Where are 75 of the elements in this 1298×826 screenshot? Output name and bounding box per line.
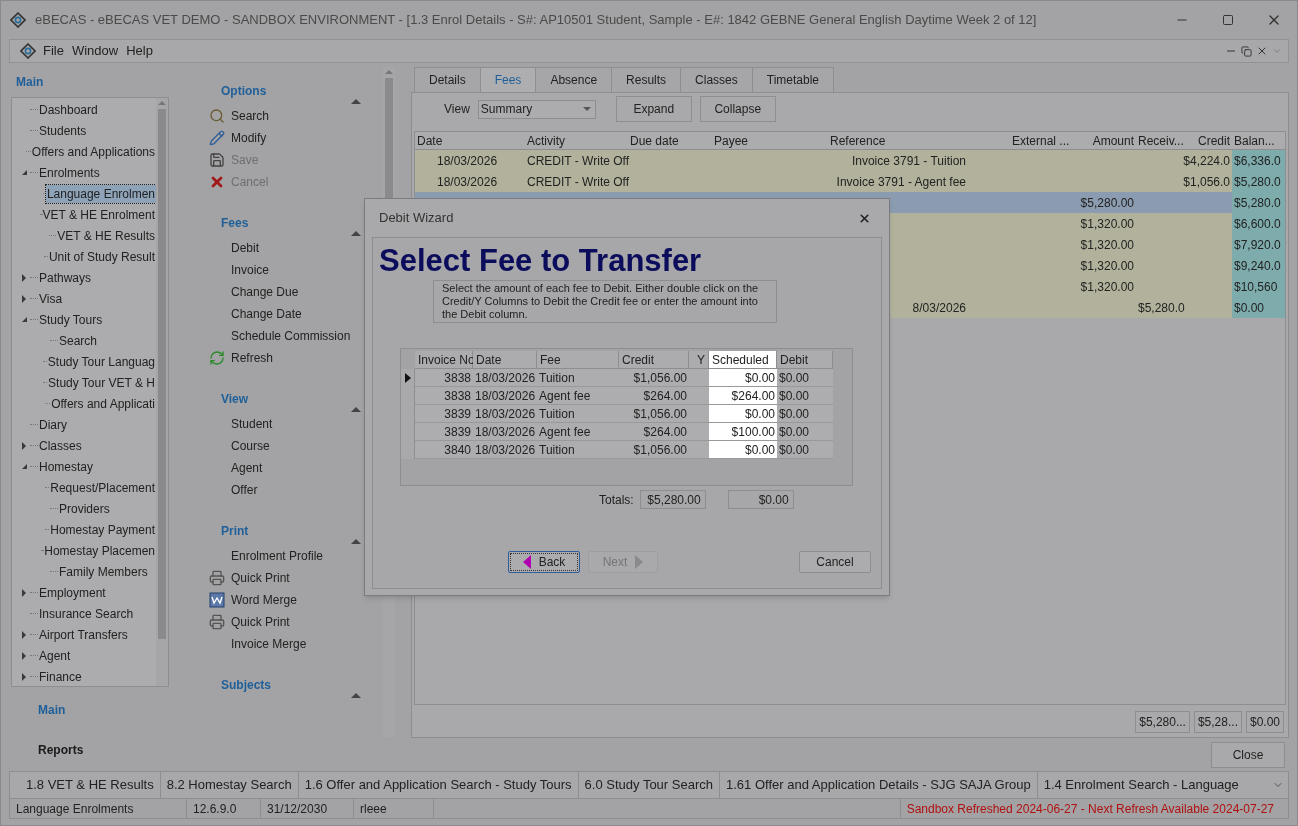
table-cell: $1,056.00: [619, 441, 689, 459]
table-cell: 3839: [415, 405, 473, 423]
status-field: 31/12/2030: [261, 799, 354, 818]
table-cell-text: Invoice 3791 - Tuition: [850, 152, 966, 170]
section-header: Options: [221, 83, 267, 100]
table-cell: 18/03/2026: [473, 423, 537, 441]
table-cell: $0.00: [777, 369, 833, 387]
table-cell-text: $0.00: [1234, 299, 1265, 317]
section-header: Print: [221, 523, 249, 540]
status-field: 12.6.9.0: [187, 799, 261, 818]
table-cell-text: $1,320.00: [1080, 257, 1134, 275]
table-cell: $100.00: [709, 423, 777, 441]
nav-title: Main: [16, 74, 45, 91]
table-cell-text: $1,320.00: [1080, 278, 1134, 296]
table-cell: Tuition: [537, 405, 619, 423]
table-cell-text: $6,600.0: [1234, 215, 1281, 233]
table-cell: $0.00: [709, 441, 777, 459]
table-cell: $1,056.00: [619, 405, 689, 423]
total-field: $5,280...: [1135, 711, 1190, 733]
table-cell: 18/03/2026: [473, 441, 537, 459]
status-field: Language Enrolments: [10, 799, 187, 818]
table-cell: Agent fee: [537, 387, 619, 405]
sandbox-notice: Sandbox Refreshed 2024-06-27 - Next Refresh Available 2024-07-27: [899, 799, 1288, 818]
table-cell: 3838: [415, 369, 473, 387]
table-cell: Tuition: [537, 369, 619, 387]
table-cell: $264.00: [619, 387, 689, 405]
table-cell: Agent fee: [537, 423, 619, 441]
table-cell-text: $9,240.0: [1234, 257, 1281, 275]
dialog-title: Debit Wizard: [379, 209, 454, 228]
table-cell-text: CREDIT - Write Off: [527, 152, 629, 170]
total-field: $0.00: [1245, 711, 1284, 733]
table-cell-text: Invoice 3791 - Agent fee: [835, 173, 966, 191]
table-cell-text: $4,224.0: [1183, 152, 1230, 170]
table-cell-text: 18/03/2026: [436, 173, 498, 191]
view-label: View: [444, 101, 470, 118]
total-field: $5,280.00: [639, 490, 706, 509]
table-cell: Tuition: [537, 441, 619, 459]
section-header: Fees: [221, 215, 249, 232]
table-cell: $0.00: [777, 423, 833, 441]
table-cell-text: $5,280.0: [1234, 173, 1281, 191]
table-cell: 18/03/2026: [473, 405, 537, 423]
table-cell: $0.00: [777, 441, 833, 459]
table-cell: $0.00: [777, 405, 833, 423]
table-cell-text: $7,920.0: [1234, 236, 1281, 254]
table-cell: 18/03/2026: [473, 369, 537, 387]
status-field: rleee: [354, 799, 434, 818]
instructions-text: Select the amount of each fee to Debit. Either double click on the Credit/Y Columns to Debit the Credit fee or enter the amount into the Debit column.: [433, 280, 777, 323]
table-cell: $264.00: [619, 423, 689, 441]
table-cell: $264.00: [709, 387, 777, 405]
table-cell-text: $1,320.00: [1080, 215, 1134, 233]
table-cell-text: $5,280.00: [1080, 194, 1134, 212]
table-cell-text: $1,056.0: [1183, 173, 1230, 191]
totals-label: Totals:: [599, 491, 634, 509]
table-cell: 18/03/2026: [473, 387, 537, 405]
table-cell-text: $10,560: [1234, 278, 1278, 296]
table-cell: $0.00: [709, 405, 777, 423]
table-cell: $0.00: [777, 387, 833, 405]
section-header: View: [221, 391, 249, 408]
wizard-heading: Select Fee to Transfer: [379, 242, 703, 280]
window-title: eBECAS - eBECAS VET DEMO - SANDBOX ENVIRONMENT - [1.3 Enrol Details - S#: AP10501 Student, Sample - E#: 1842 GEBNE General English Daytime Week 2 of 12]: [35, 11, 1037, 30]
table-cell-text: $6,336.0: [1234, 152, 1281, 170]
total-field: $5,28...: [1193, 711, 1242, 733]
table-cell: $0.00: [709, 369, 777, 387]
section-header: Subjects: [221, 677, 271, 694]
table-cell-text: $5,280.0: [1234, 194, 1281, 212]
table-cell: $1,056.00: [619, 369, 689, 387]
total-field: $0.00: [727, 490, 794, 509]
table-cell-text: $5,280.0: [1138, 299, 1185, 317]
table-cell: 3838: [415, 387, 473, 405]
table-cell: 3839: [415, 423, 473, 441]
table-cell-text: 8/03/2026: [911, 299, 966, 317]
table-cell-text: $1,320.00: [1080, 236, 1134, 254]
table-cell-text: CREDIT - Write Off: [527, 173, 629, 191]
table-cell: 3840: [415, 441, 473, 459]
table-cell-text: 18/03/2026: [436, 152, 498, 170]
